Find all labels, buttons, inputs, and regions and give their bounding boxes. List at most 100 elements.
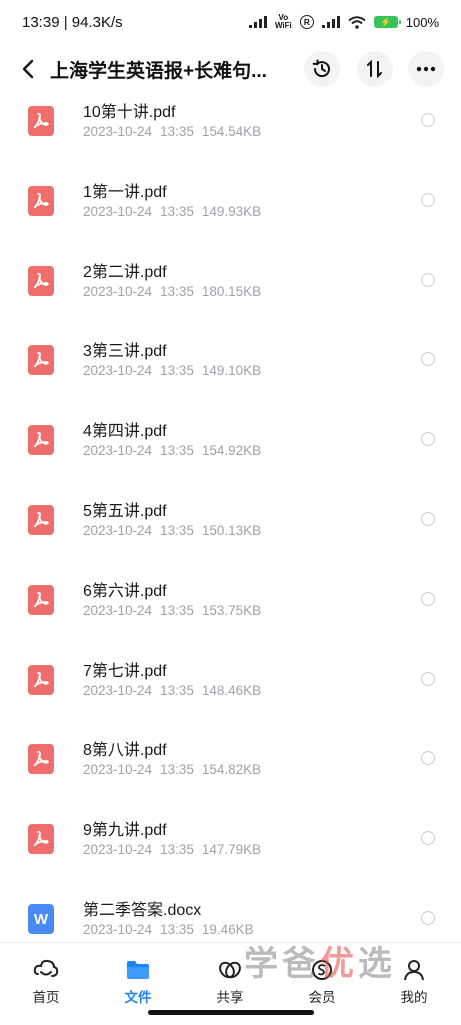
- select-radio[interactable]: [421, 192, 435, 207]
- file-row[interactable]: 4第四讲.pdf 2023-10-24 13:35 154.92KB: [0, 423, 461, 505]
- file-size: 149.10KB: [201, 363, 262, 379]
- file-meta: 2023-10-24 13:35 154.54KB: [83, 124, 269, 139]
- share-icon: [219, 961, 241, 979]
- tab-label: 文件: [124, 990, 152, 1005]
- file-meta: 2023-10-24 13:35 180.15KB: [83, 284, 269, 299]
- file-row[interactable]: 6第六讲.pdf 2023-10-24 13:35 153.75KB: [0, 583, 461, 665]
- select-radio[interactable]: [421, 272, 435, 287]
- home-icon: [33, 959, 59, 977]
- battery-charging-icon: ⚡: [373, 16, 401, 28]
- file-row[interactable]: 2第二讲.pdf 2023-10-24 13:35 180.15KB: [0, 264, 461, 346]
- file-meta: 2023-10-24 13:35 153.75KB: [83, 603, 269, 618]
- file-time: 13:35: [160, 283, 194, 299]
- file-date: 2023-10-24: [83, 124, 153, 139]
- home-indicator[interactable]: [148, 1010, 314, 1015]
- tab-home[interactable]: 首页: [0, 943, 92, 1013]
- file-row[interactable]: 5第五讲.pdf 2023-10-24 13:35 150.13KB: [0, 503, 461, 585]
- file-date: 2023-10-24: [83, 203, 153, 219]
- watermark-logo: 学爸优选: [244, 945, 396, 983]
- file-row[interactable]: 1第一讲.pdf 2023-10-24 13:35 149.93KB: [0, 184, 461, 266]
- file-date: 2023-10-24: [83, 523, 153, 538]
- file-size: 147.79KB: [201, 842, 262, 858]
- file-date: 2023-10-24: [83, 922, 153, 937]
- file-time: 13:35: [160, 922, 194, 937]
- file-meta: 2023-10-24 13:35 149.10KB: [83, 363, 269, 378]
- page-title: 上海学生英语报+长难句...: [50, 60, 267, 82]
- file-size: 148.46KB: [201, 682, 262, 698]
- word-file-icon: W: [28, 904, 54, 934]
- tab-files[interactable]: 文件: [92, 943, 184, 1013]
- signal-icon: [248, 16, 267, 28]
- file-meta: 2023-10-24 13:35 154.92KB: [83, 443, 269, 458]
- tab-label: 会员: [308, 990, 336, 1005]
- file-size: 154.82KB: [201, 762, 262, 778]
- select-radio[interactable]: [421, 432, 435, 447]
- file-row[interactable]: 8第八讲.pdf 2023-10-24 13:35 154.82KB: [0, 742, 461, 824]
- pdf-file-icon: [28, 106, 54, 136]
- file-date: 2023-10-24: [83, 443, 153, 459]
- file-meta: 2023-10-24 13:35 19.46KB: [83, 922, 262, 937]
- file-size: 150.13KB: [201, 523, 262, 538]
- select-radio[interactable]: [421, 831, 435, 846]
- file-meta: 2023-10-24 13:35 150.13KB: [83, 523, 269, 538]
- status-icons: Vo WiFi R ⚡ 100%: [248, 13, 439, 30]
- history-icon: [312, 59, 330, 78]
- folder-icon: [127, 961, 149, 979]
- status-time-speed: 13:39 | 94.3K/s: [22, 13, 123, 31]
- file-name: 2第二讲.pdf: [83, 263, 167, 281]
- file-time: 13:35: [160, 124, 194, 139]
- tab-label: 共享: [216, 990, 244, 1005]
- sort-button[interactable]: [357, 51, 393, 87]
- pdf-file-icon: [28, 824, 54, 855]
- pdf-file-icon: [28, 345, 54, 376]
- file-name: 第二季答案.docx: [83, 902, 202, 919]
- file-row[interactable]: 9第九讲.pdf 2023-10-24 13:35 147.79KB: [0, 822, 461, 904]
- header: 上海学生英语报+长难句...: [0, 44, 461, 94]
- signal-icon-2: [321, 16, 340, 28]
- battery-percent: 100%: [405, 14, 439, 30]
- select-radio[interactable]: [421, 751, 435, 766]
- select-radio[interactable]: [421, 591, 435, 606]
- select-radio[interactable]: [421, 352, 435, 367]
- history-button[interactable]: [304, 51, 340, 87]
- file-meta: 2023-10-24 13:35 148.46KB: [83, 683, 269, 698]
- file-time: 13:35: [160, 682, 194, 698]
- profile-icon: [404, 960, 424, 981]
- file-name: 8第八讲.pdf: [83, 742, 167, 760]
- file-time: 13:35: [160, 762, 194, 778]
- file-time: 13:35: [160, 523, 194, 538]
- file-name: 5第五讲.pdf: [83, 503, 167, 520]
- pdf-file-icon: [28, 185, 54, 216]
- file-size: 149.93KB: [201, 203, 262, 219]
- back-icon: [22, 59, 34, 79]
- status-bar: 13:39 | 94.3K/s Vo WiFi R ⚡ 100%: [0, 0, 461, 44]
- file-name: 1第一讲.pdf: [83, 183, 167, 201]
- file-time: 13:35: [160, 842, 194, 858]
- sort-icon: [367, 59, 382, 79]
- file-name: 7第七讲.pdf: [83, 662, 167, 680]
- file-date: 2023-10-24: [83, 283, 153, 299]
- file-row[interactable]: 3第三讲.pdf 2023-10-24 13:35 149.10KB: [0, 343, 461, 425]
- file-date: 2023-10-24: [83, 363, 153, 379]
- select-radio[interactable]: [421, 671, 435, 686]
- file-meta: 2023-10-24 13:35 147.79KB: [83, 842, 269, 857]
- select-radio[interactable]: [421, 113, 435, 127]
- file-date: 2023-10-24: [83, 842, 153, 858]
- file-meta: 2023-10-24 13:35 149.93KB: [83, 204, 269, 219]
- pdf-file-icon: [28, 664, 54, 695]
- file-time: 13:35: [160, 443, 194, 459]
- file-row[interactable]: 7第七讲.pdf 2023-10-24 13:35 148.46KB: [0, 663, 461, 745]
- file-date: 2023-10-24: [83, 602, 153, 618]
- vowifi-icon: Vo WiFi: [274, 13, 292, 30]
- file-date: 2023-10-24: [83, 762, 153, 778]
- roaming-icon: R: [299, 15, 314, 29]
- select-radio[interactable]: [421, 512, 435, 526]
- tab-label: 我的: [400, 990, 428, 1005]
- more-button[interactable]: [408, 51, 444, 87]
- back-button[interactable]: [14, 55, 42, 83]
- select-radio[interactable]: [421, 911, 435, 925]
- wifi-icon: [348, 15, 366, 29]
- file-size: 154.54KB: [201, 124, 262, 139]
- file-size: 19.46KB: [201, 922, 254, 937]
- file-row[interactable]: 10第十讲.pdf 2023-10-24 13:35 154.54KB: [0, 104, 461, 186]
